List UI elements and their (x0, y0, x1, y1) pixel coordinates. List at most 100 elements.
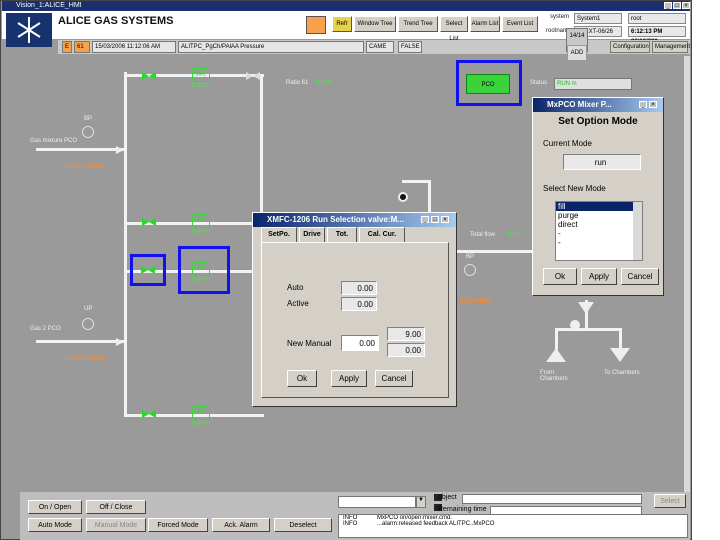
status-label: Status (530, 80, 548, 86)
configuration-button[interactable]: Configuration (610, 41, 650, 53)
came-field: CAME (366, 41, 394, 53)
check-valve-bottom-icon (116, 338, 130, 346)
mode-option-purge[interactable]: purge (556, 211, 642, 220)
mfc-top-mark: ! (186, 64, 188, 70)
tab-cal-cur[interactable]: Cal. Cur. (359, 227, 405, 242)
mixer-ok-button[interactable]: Ok (543, 268, 577, 285)
mode-option-fill[interactable]: fill (556, 202, 642, 211)
page-indicator: 14/14 ADD (566, 28, 588, 61)
mixer-cancel-button[interactable]: Cancel (621, 268, 659, 285)
main-scrollbar[interactable] (684, 56, 690, 492)
mixer-apply-button[interactable]: Apply (581, 268, 617, 285)
mfc-ok-button[interactable]: Ok (287, 370, 317, 387)
alarm-indicator[interactable] (306, 16, 326, 34)
select-list-label: Select List (445, 21, 463, 42)
alarm-list-button[interactable]: Alarm List (470, 16, 500, 32)
mfc-middle-icon[interactable]: MFC (192, 214, 210, 228)
manual-mode-button[interactable]: Manual Mode (86, 518, 146, 532)
object-label: object (438, 494, 457, 501)
mfc-bottom-icon[interactable]: MFC (192, 406, 210, 420)
tank-icon (398, 192, 408, 202)
event-list-button[interactable]: Event List (502, 16, 538, 32)
error-flag: E (62, 41, 72, 53)
trend-tree-button[interactable]: Trend Tree (398, 16, 438, 32)
valve-selected-icon[interactable] (141, 266, 155, 274)
mfc-cancel-button[interactable]: Cancel (375, 370, 413, 387)
mode-list-scrollbar[interactable] (633, 202, 642, 260)
user-value: root (628, 13, 686, 24)
refresh-label: Refr (336, 21, 348, 27)
ack-alarm-button[interactable]: Ack. Alarm (212, 518, 270, 532)
maximize-button[interactable]: □ (673, 2, 681, 9)
inlet-pipe-top (36, 148, 124, 151)
page-info: 14/14 (569, 33, 585, 39)
from-chamber-icon (546, 348, 566, 365)
event-list-label: Event List (506, 21, 534, 27)
event-log[interactable]: INFO MxPCO on/open:mixer.cmd. INFO ...alar… (338, 514, 688, 538)
management-button[interactable]: Management (652, 41, 690, 53)
remaining-time-label: Remaining time (438, 506, 487, 513)
valve-top-right-icon[interactable] (246, 72, 260, 80)
chamber-split-pipe (555, 328, 621, 331)
mode-listbox[interactable]: fill purge direct - - (555, 201, 643, 261)
valve-top-icon[interactable] (142, 72, 156, 80)
mode-option-direct[interactable]: direct (556, 220, 642, 229)
range-min-value: 0.00 (387, 343, 425, 357)
set-option-heading: Set Option Mode (558, 116, 638, 127)
up-label: UP (84, 306, 93, 312)
new-manual-input[interactable]: 0.00 (341, 335, 379, 351)
chamber-junction-icon (570, 320, 580, 330)
deselect-button[interactable]: Deselect (274, 518, 332, 532)
from-chambers-label: From Chambers (540, 370, 568, 382)
false-field: FALSE (398, 41, 422, 53)
alice-logo (6, 13, 52, 47)
select-list-button[interactable]: Select List (440, 16, 468, 42)
mfc-min-button[interactable]: _ (421, 216, 429, 223)
mfc-selected-icon[interactable]: MFC (192, 262, 210, 276)
window-tree-label: Window Tree (357, 21, 393, 27)
mode-option-5[interactable]: - (556, 238, 642, 247)
mfc-top-icon[interactable]: MFC (192, 68, 210, 82)
tab-tot[interactable]: Tot. (327, 227, 357, 242)
main-pipe-vertical (124, 72, 127, 417)
forced-mode-button[interactable]: Forced Mode (148, 518, 208, 532)
mfc-close-button[interactable]: × (441, 216, 449, 223)
off-close-button[interactable]: Off / Close (86, 500, 146, 514)
mode-option-4[interactable]: - (556, 229, 642, 238)
mfc-max-button[interactable]: □ (431, 216, 439, 223)
mixer-close-button[interactable]: × (649, 101, 657, 108)
nav-add-button[interactable]: ADD (567, 45, 587, 61)
pressure-gauge-right-icon[interactable] (464, 264, 476, 276)
valve-middle-icon[interactable] (142, 218, 156, 226)
on-open-button[interactable]: On / Open (28, 500, 82, 514)
trend-tree-label: Trend Tree (403, 21, 433, 27)
minimize-button[interactable]: _ (664, 2, 672, 9)
refresh-button[interactable]: Refr (332, 16, 352, 32)
pressure-gauge-top-icon[interactable] (82, 126, 94, 138)
mfc-apply-button[interactable]: Apply (331, 370, 367, 387)
mfc-dialog-title: XMFC-1206 Run Selection valve:M... (267, 215, 404, 224)
tab-drive[interactable]: Drive (299, 227, 325, 242)
event-date: 15/03/2006 11:12:06 AM (92, 41, 176, 53)
chamber-valve-icon[interactable] (578, 302, 594, 319)
auto-mode-button[interactable]: Auto Mode (28, 518, 82, 532)
pressure-gauge-bottom-icon[interactable] (82, 318, 94, 330)
info-bar: E 61 15/03/2006 11:12:06 AM ALITPC_PgCh/… (58, 28, 690, 61)
inlet-pipe-bottom (36, 340, 124, 343)
select-button[interactable]: Select (654, 494, 686, 508)
mfc-top-value: 0.00 ln (192, 83, 211, 89)
mixer-mode-badge[interactable]: PCO (466, 74, 510, 94)
mixer-mode-label: PCO (481, 82, 495, 88)
window-titlebar: Vision_1:ALICE_HMI (2, 1, 690, 11)
close-button[interactable]: × (682, 2, 690, 9)
mixer-min-button[interactable]: _ (639, 101, 647, 108)
window-tree-button[interactable]: Window Tree (354, 16, 396, 32)
bp-label-right: BP (466, 254, 475, 260)
alarm-list-label: Alarm List (471, 21, 499, 27)
filter-combobox[interactable] (338, 496, 416, 508)
window-title: Vision_1:ALICE_HMI (16, 2, 82, 9)
filter-dropdown-icon[interactable]: ▼ (416, 496, 426, 508)
tab-setpo[interactable]: SetPo. (261, 227, 297, 242)
valve-bottom-icon[interactable] (142, 410, 156, 418)
outlet-pipe (456, 250, 536, 253)
